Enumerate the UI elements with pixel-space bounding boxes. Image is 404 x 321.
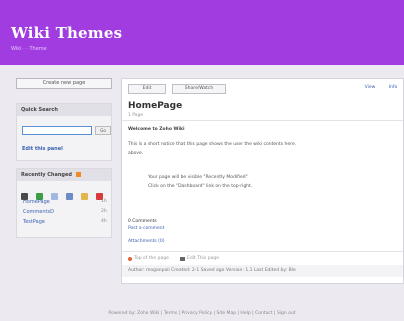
recent-item-1-meta: 1h (101, 199, 107, 204)
page-subtitle: 1 Page (128, 113, 144, 118)
author-line: Author: moganpali Created: 2-1 Saved ago… (128, 268, 296, 273)
doc-icon[interactable] (66, 193, 74, 200)
bullet-2: Click on the "Dashboard" link on the top… (148, 184, 253, 189)
status-right[interactable]: Edit This page (187, 256, 219, 261)
quick-search-panel: Quick Search Go Edit this panel (16, 103, 112, 161)
recent-item-2-meta: 2h (101, 209, 107, 214)
recent-item-1[interactable]: HomePage (23, 199, 50, 205)
content-panel: Edit Share/Watch View Info HomePage 1 Pa… (121, 78, 404, 284)
attachments-link[interactable]: Attachments (0) (128, 239, 165, 244)
recent-item-3[interactable]: TestPage (23, 219, 45, 225)
intro-text: This is a short notice that this page sh… (128, 142, 297, 147)
recently-changed-label: Recently Changed (21, 172, 72, 178)
warning-icon (128, 257, 132, 261)
status-left[interactable]: Top of the page (134, 256, 169, 261)
search-go-button[interactable]: Go (95, 126, 111, 135)
recently-changed-panel: Recently Changed HomePage 1h CommentsD 2… (16, 168, 112, 238)
title-divider (122, 120, 403, 121)
site-title[interactable]: Wiki Themes (11, 24, 122, 42)
page-icon[interactable] (51, 193, 59, 200)
quick-search-heading: Quick Search (17, 104, 111, 116)
recent-item-2[interactable]: CommentsD (23, 209, 54, 215)
intro-text-2: above. (128, 151, 144, 156)
sidebar: Create new page Quick Search Go Edit thi… (16, 78, 112, 243)
edit-panel-link[interactable]: Edit this panel (22, 146, 63, 152)
welcome-heading: Welcome to Zoho Wiki (128, 127, 185, 132)
recently-changed-heading: Recently Changed (17, 169, 111, 181)
post-comment-link[interactable]: Post a comment (128, 226, 164, 231)
status-divider (122, 251, 403, 252)
comments-count: 0 Comments (128, 219, 157, 224)
recent-item-3-meta: 4h (101, 219, 107, 224)
search-input[interactable] (22, 126, 92, 135)
folder-icon[interactable] (81, 193, 89, 200)
footer-links[interactable]: Powered by: Zoho Wiki | Terms | Privacy … (0, 311, 404, 316)
rss-icon[interactable] (75, 172, 81, 177)
tab-share-watch[interactable]: Share/Watch (172, 84, 226, 94)
bullet-1: Your page will be visible "Recently Modi… (148, 175, 248, 180)
create-new-page-button[interactable]: Create new page (16, 78, 112, 89)
site-subtitle: Wiki · · Theme (11, 46, 47, 52)
tab-edit[interactable]: Edit (128, 84, 166, 94)
page-title: HomePage (128, 101, 183, 111)
tab-view[interactable]: View (360, 84, 380, 94)
site-header: Wiki Themes Wiki · · Theme (0, 0, 404, 65)
edit-icon (180, 257, 185, 261)
tab-info[interactable]: Info (384, 84, 402, 94)
